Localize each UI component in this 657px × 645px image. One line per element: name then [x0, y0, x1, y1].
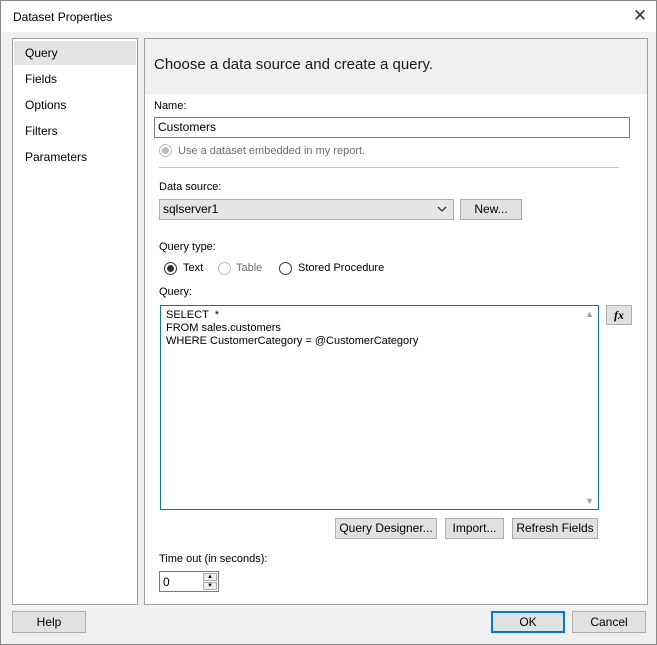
query-line: FROM sales.customers — [166, 322, 281, 334]
query-type-table-label: Table — [236, 262, 263, 274]
expression-button[interactable]: fx — [606, 305, 632, 325]
stepper-up-icon[interactable]: ▲ — [203, 573, 217, 581]
query-line: WHERE CustomerCategory = @CustomerCatego… — [166, 335, 419, 347]
stepper-buttons: ▲ ▼ — [203, 573, 217, 590]
new-data-source-button[interactable]: New... — [460, 199, 522, 220]
panel-header: Choose a data source and create a query. — [145, 39, 647, 94]
query-label: Query: — [159, 286, 193, 298]
query-type-text-label: Text — [183, 262, 204, 274]
sidebar-item-filters[interactable]: Filters — [14, 119, 136, 143]
page-title: Choose a data source and create a query. — [154, 56, 434, 73]
scroll-down-icon[interactable]: ▼ — [585, 496, 594, 506]
ok-button[interactable]: OK — [491, 611, 565, 633]
close-icon[interactable]: ✕ — [624, 1, 656, 32]
sidebar-item-options[interactable]: Options — [14, 93, 136, 117]
chevron-down-icon — [437, 206, 447, 212]
name-label: Name: — [154, 100, 187, 112]
stepper-down-icon[interactable]: ▼ — [203, 582, 217, 590]
window-title: Dataset Properties — [13, 10, 113, 24]
query-editor[interactable]: SELECT * FROM sales.customers WHERE Cust… — [160, 305, 599, 510]
query-type-stored-procedure-radio[interactable] — [279, 262, 292, 275]
dataset-properties-dialog: Dataset Properties ✕ Query Fields Option… — [0, 0, 657, 645]
sidebar-item-fields[interactable]: Fields — [14, 67, 136, 91]
query-line: SELECT * — [166, 309, 219, 321]
sidebar-nav: Query Fields Options Filters Parameters — [12, 38, 138, 605]
cancel-button[interactable]: Cancel — [572, 611, 646, 633]
data-source-label: Data source: — [159, 181, 222, 193]
timeout-value: 0 — [163, 575, 170, 589]
query-designer-button[interactable]: Query Designer... — [335, 518, 437, 539]
sidebar-item-parameters[interactable]: Parameters — [14, 145, 136, 169]
separator — [159, 167, 619, 168]
refresh-fields-button[interactable]: Refresh Fields — [512, 518, 598, 539]
data-source-value: sqlserver1 — [163, 202, 219, 216]
import-button[interactable]: Import... — [445, 518, 504, 539]
data-source-select[interactable]: sqlserver1 — [159, 199, 454, 220]
query-panel: Choose a data source and create a query.… — [144, 38, 648, 605]
title-bar: Dataset Properties ✕ — [1, 1, 656, 32]
help-button[interactable]: Help — [12, 611, 86, 633]
timeout-label: Time out (in seconds): — [159, 553, 268, 565]
scroll-up-icon[interactable]: ▲ — [585, 309, 594, 319]
query-type-label: Query type: — [159, 241, 216, 253]
embedded-dataset-label: Use a dataset embedded in my report. — [178, 145, 366, 157]
query-type-stored-procedure-label: Stored Procedure — [298, 262, 385, 274]
embedded-dataset-radio — [159, 144, 172, 157]
query-type-table-radio — [218, 262, 231, 275]
timeout-stepper[interactable]: 0 ▲ ▼ — [159, 571, 219, 592]
sidebar-item-query[interactable]: Query — [14, 41, 136, 65]
name-field[interactable]: Customers — [154, 117, 630, 138]
query-type-text-radio[interactable] — [164, 262, 177, 275]
